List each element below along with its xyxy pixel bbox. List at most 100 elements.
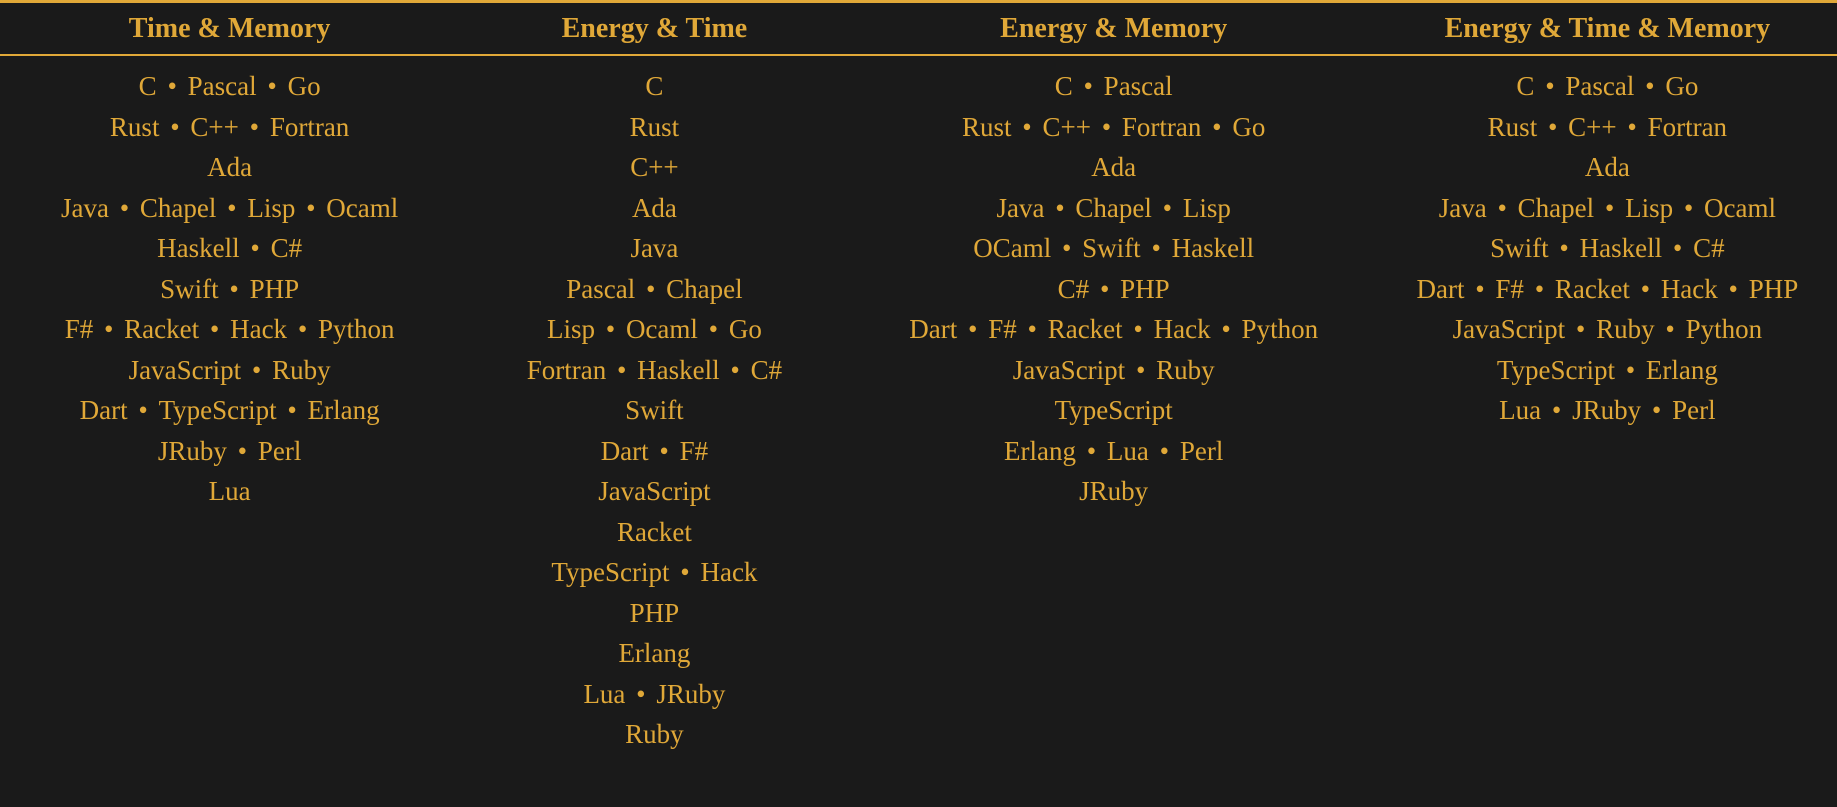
lang-label: Lisp	[547, 314, 595, 344]
rank-line: Rust • C++ • Fortran	[0, 107, 459, 148]
rank-line: Dart • F# • Racket • Hack • Python	[850, 309, 1378, 350]
lang-label: Perl	[258, 436, 302, 466]
lang-label: Lisp	[247, 193, 295, 223]
bullet-separator: •	[1205, 112, 1228, 142]
lang-label: Pascal	[188, 71, 257, 101]
rank-line: Swift	[459, 390, 849, 431]
lang-label: Haskell	[1172, 233, 1254, 263]
bullet-separator: •	[674, 557, 697, 587]
lang-label: C++	[630, 152, 678, 182]
bullet-separator: •	[1619, 355, 1642, 385]
bullet-separator: •	[1538, 71, 1561, 101]
lang-label: Hack	[1661, 274, 1718, 304]
bullet-separator: •	[1048, 193, 1071, 223]
bullet-separator: •	[1659, 314, 1682, 344]
lang-label: Dart	[80, 395, 128, 425]
lang-label: JavaScript	[1453, 314, 1565, 344]
bullet-separator: •	[1645, 395, 1668, 425]
rank-line: Lua • JRuby	[459, 674, 849, 715]
lang-label: Perl	[1672, 395, 1716, 425]
bullet-separator: •	[243, 112, 266, 142]
lang-label: Python	[318, 314, 395, 344]
bullet-separator: •	[1541, 112, 1564, 142]
lang-label: Pascal	[1565, 71, 1634, 101]
rank-line: OCaml • Swift • Haskell	[850, 228, 1378, 269]
rank-line: Java • Chapel • Lisp • Ocaml	[0, 188, 459, 229]
rank-line: Java • Chapel • Lisp • Ocaml	[1378, 188, 1837, 229]
bullet-separator: •	[231, 436, 254, 466]
rank-line: Ada	[459, 188, 849, 229]
lang-label: C	[139, 71, 157, 101]
bullet-separator: •	[1621, 112, 1644, 142]
lang-label: Hack	[1154, 314, 1211, 344]
bullet-separator: •	[653, 436, 676, 466]
rank-line: C	[459, 66, 849, 107]
lang-label: Racket	[1555, 274, 1630, 304]
lang-label: Fortran	[1122, 112, 1201, 142]
bullet-separator: •	[1127, 314, 1150, 344]
column-header-em: Energy & Memory	[850, 9, 1378, 48]
rank-line: Lua • JRuby • Perl	[1378, 390, 1837, 431]
lang-label: JavaScript	[1013, 355, 1125, 385]
lang-label: Erlang	[1646, 355, 1718, 385]
lang-label: F#	[680, 436, 709, 466]
rank-line: F# • Racket • Hack • Python	[0, 309, 459, 350]
bullet-separator: •	[132, 395, 155, 425]
bullet-separator: •	[1528, 274, 1551, 304]
bullet-separator: •	[1077, 71, 1100, 101]
rank-line: C • Pascal • Go	[1378, 66, 1837, 107]
lang-label: Go	[729, 314, 762, 344]
lang-label: Rust	[962, 112, 1012, 142]
lang-label: Swift	[625, 395, 684, 425]
lang-label: Chapel	[140, 193, 216, 223]
lang-label: Ada	[1585, 152, 1630, 182]
lang-label: Ocaml	[626, 314, 698, 344]
bullet-separator: •	[163, 112, 186, 142]
rank-line: Fortran • Haskell • C#	[459, 350, 849, 391]
lang-label: F#	[65, 314, 94, 344]
rank-line: JavaScript • Ruby	[0, 350, 459, 391]
rank-line: JRuby	[850, 471, 1378, 512]
lang-label: C++	[1568, 112, 1616, 142]
lang-label: Swift	[1490, 233, 1549, 263]
bullet-separator: •	[203, 314, 226, 344]
lang-label: Ruby	[272, 355, 331, 385]
header-row: Time & Memory Energy & Time Energy & Mem…	[0, 3, 1837, 56]
lang-label: Rust	[110, 112, 160, 142]
column-header-tm: Time & Memory	[0, 9, 459, 48]
lang-label: JRuby	[1572, 395, 1641, 425]
rank-line: C • Pascal • Go	[0, 66, 459, 107]
lang-label: Ocaml	[1704, 193, 1776, 223]
rank-line: JavaScript • Ruby	[850, 350, 1378, 391]
rank-line: JavaScript	[459, 471, 849, 512]
lang-label: PHP	[630, 598, 680, 628]
lang-label: Haskell	[637, 355, 719, 385]
rank-line: Ruby	[459, 714, 849, 755]
rank-line: TypeScript • Erlang	[1378, 350, 1837, 391]
rank-line: TypeScript	[850, 390, 1378, 431]
bullet-separator: •	[1569, 314, 1592, 344]
lang-label: Swift	[1082, 233, 1141, 263]
lang-label: Python	[1686, 314, 1763, 344]
rank-line: C • Pascal	[850, 66, 1378, 107]
lang-label: Go	[1665, 71, 1698, 101]
rank-line: Ada	[1378, 147, 1837, 188]
lang-label: Go	[1232, 112, 1265, 142]
header-text: Energy & Time	[562, 13, 748, 44]
lang-label: Lua	[1107, 436, 1149, 466]
rank-line: PHP	[459, 593, 849, 634]
bullet-separator: •	[244, 233, 267, 263]
bullet-separator: •	[1016, 112, 1039, 142]
bullet-separator: •	[261, 71, 284, 101]
bullet-separator: •	[1545, 395, 1568, 425]
rank-line: Dart • F# • Racket • Hack • PHP	[1378, 269, 1837, 310]
lang-label: F#	[1495, 274, 1524, 304]
rank-line: Swift • Haskell • C#	[1378, 228, 1837, 269]
bullet-separator: •	[1666, 233, 1689, 263]
lang-label: Java	[996, 193, 1044, 223]
column-body-em: C • PascalRust • C++ • Fortran • GoAdaJa…	[850, 66, 1378, 755]
lang-label: JRuby	[1079, 476, 1148, 506]
bullet-separator: •	[639, 274, 662, 304]
bullet-separator: •	[1145, 233, 1168, 263]
lang-label: Dart	[909, 314, 957, 344]
